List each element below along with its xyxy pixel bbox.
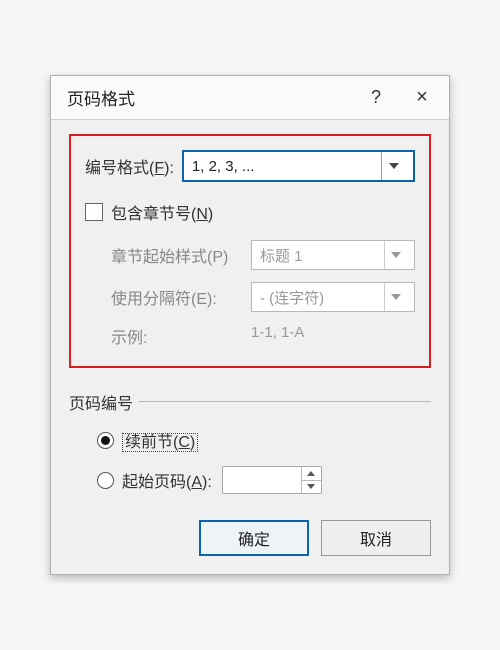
radio-dot-icon xyxy=(101,436,110,445)
titlebar: 页码格式 ? × xyxy=(51,76,449,120)
example-value: 1-1, 1-A xyxy=(251,324,304,348)
chevron-down-icon xyxy=(381,152,405,180)
number-format-value: 1, 2, 3, ... xyxy=(192,158,381,175)
chapter-start-dropdown[interactable]: 标题 1 xyxy=(251,240,415,270)
chapter-start-row: 章节起始样式(P) 标题 1 xyxy=(111,240,415,270)
cancel-button[interactable]: 取消 xyxy=(321,520,431,556)
start-at-spinner[interactable] xyxy=(222,466,322,494)
ok-button[interactable]: 确定 xyxy=(199,520,309,556)
spinner-up-button[interactable] xyxy=(302,467,321,481)
dialog-title: 页码格式 xyxy=(67,85,353,110)
include-chapter-row: 包含章节号(N) xyxy=(85,200,415,224)
example-row: 示例: 1-1, 1-A xyxy=(111,324,415,348)
page-numbering-options: 续前节(C) 起始页码(A): xyxy=(97,428,431,494)
help-button[interactable]: ? xyxy=(353,78,399,118)
start-at-row: 起始页码(A): xyxy=(97,466,431,494)
separator-row: 使用分隔符(E): - (连字符) xyxy=(111,282,415,312)
example-label: 示例: xyxy=(111,324,251,348)
dialog-buttons: 确定 取消 xyxy=(69,520,431,556)
dialog-content: 编号格式(F): 1, 2, 3, ... 包含章节号(N) 章节起始样式(P) xyxy=(51,120,449,574)
highlight-region: 编号格式(F): 1, 2, 3, ... 包含章节号(N) 章节起始样式(P) xyxy=(69,134,431,368)
number-format-row: 编号格式(F): 1, 2, 3, ... xyxy=(85,150,415,182)
number-format-label: 编号格式(F): xyxy=(85,154,174,178)
start-at-input[interactable] xyxy=(223,467,301,493)
start-at-radio[interactable] xyxy=(97,472,114,489)
page-number-format-dialog: 页码格式 ? × 编号格式(F): 1, 2, 3, ... xyxy=(50,75,450,575)
chevron-down-icon xyxy=(384,283,406,311)
chapter-start-label: 章节起始样式(P) xyxy=(111,243,251,267)
help-icon: ? xyxy=(371,87,381,108)
spinner-down-button[interactable] xyxy=(302,481,321,494)
number-format-dropdown[interactable]: 1, 2, 3, ... xyxy=(182,150,415,182)
chevron-down-icon xyxy=(384,241,406,269)
continue-previous-radio[interactable] xyxy=(97,432,114,449)
spinner-buttons xyxy=(301,467,321,493)
page-numbering-legend: 页码编号 xyxy=(69,390,139,414)
page-numbering-fieldset: 页码编号 续前节(C) 起始页码(A): xyxy=(69,390,431,494)
separator-label: 使用分隔符(E): xyxy=(111,285,251,309)
close-button[interactable]: × xyxy=(399,78,445,118)
continue-previous-row: 续前节(C) xyxy=(97,428,431,452)
separator-dropdown[interactable]: - (连字符) xyxy=(251,282,415,312)
close-icon: × xyxy=(416,86,428,109)
separator-value: - (连字符) xyxy=(260,287,384,308)
chapter-subsection: 章节起始样式(P) 标题 1 使用分隔符(E): - (连字符) xyxy=(111,240,415,348)
continue-previous-label: 续前节(C) xyxy=(122,428,198,452)
start-at-label: 起始页码(A): xyxy=(122,468,212,492)
include-chapter-label: 包含章节号(N) xyxy=(111,200,213,224)
include-chapter-checkbox[interactable] xyxy=(85,203,103,221)
chapter-start-value: 标题 1 xyxy=(260,245,384,266)
